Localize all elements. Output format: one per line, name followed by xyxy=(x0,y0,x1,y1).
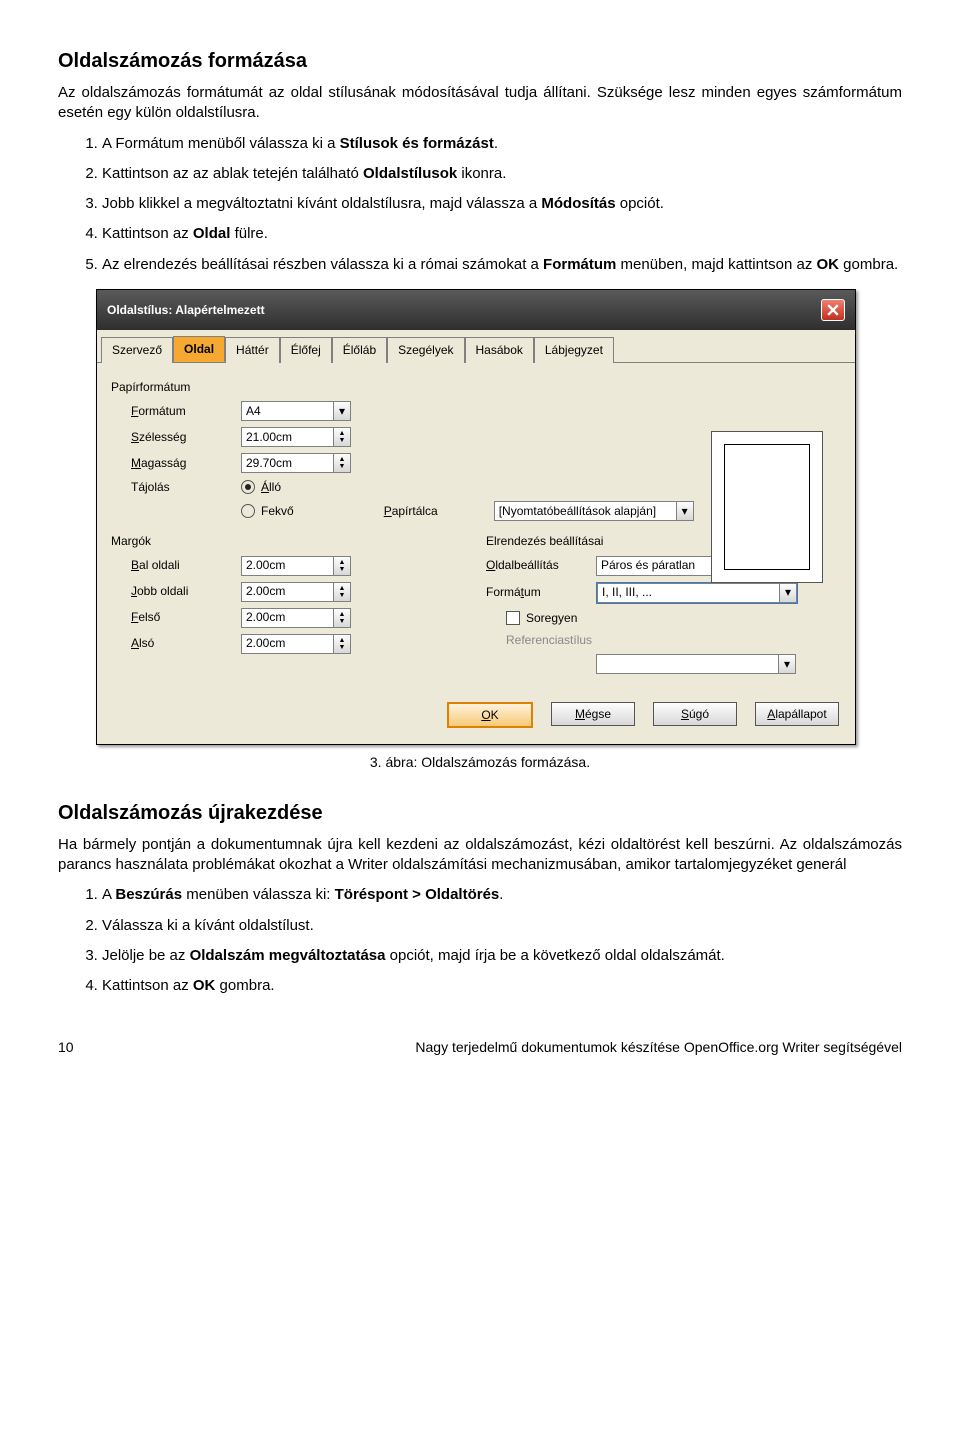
label-left-margin: Bal oldali xyxy=(111,557,241,573)
tab-borders[interactable]: Szegélyek xyxy=(387,337,464,363)
label-paper-tray: Papírtálca xyxy=(384,503,494,519)
number-format-combo[interactable]: I, II, III, ...▾ xyxy=(596,582,798,604)
label-format: Formátum xyxy=(111,403,241,419)
chevron-down-icon[interactable]: ▾ xyxy=(333,401,351,421)
page-number: 10 xyxy=(58,1038,74,1057)
restart-paragraph: Ha bármely pontján a dokumentumnak újra … xyxy=(58,835,902,876)
tab-background[interactable]: Háttér xyxy=(225,337,280,363)
label-height: Magasság xyxy=(111,455,241,471)
width-input[interactable]: 21.00cm ▲▼ xyxy=(241,427,351,447)
height-input[interactable]: 29.70cm ▲▼ xyxy=(241,453,351,473)
top-margin-input[interactable]: 2.00cm▲▼ xyxy=(241,608,351,628)
list-item: Jelölje be az Oldalszám megváltoztatása … xyxy=(102,946,902,966)
label-register-true: Soregyen xyxy=(526,610,577,626)
tab-strip: Szervező Oldal Háttér Élőfej Élőláb Szeg… xyxy=(97,330,855,363)
help-button[interactable]: Súgó xyxy=(653,702,737,726)
tab-columns[interactable]: Hasábok xyxy=(465,337,534,363)
cancel-button[interactable]: Mégse xyxy=(551,702,635,726)
radio-portrait[interactable] xyxy=(241,480,255,494)
ok-button[interactable]: OK xyxy=(447,702,533,728)
option-portrait: Álló xyxy=(261,479,281,495)
list-item: Az elrendezés beállításai részben válass… xyxy=(102,255,902,275)
label-page-layout: Oldalbeállítás xyxy=(486,557,596,573)
option-landscape: Fekvő xyxy=(261,503,294,519)
page-preview xyxy=(711,431,823,583)
list-item: Kattintson az Oldal fülre. xyxy=(102,224,902,244)
reset-button[interactable]: Alapállapot xyxy=(755,702,839,726)
spinner-icon[interactable]: ▲▼ xyxy=(333,556,351,576)
section-title-restart: Oldalszámozás újrakezdése xyxy=(58,800,902,827)
list-item: Válassza ki a kívánt oldalstílust. xyxy=(102,916,902,936)
close-icon[interactable] xyxy=(821,299,845,321)
tab-footer[interactable]: Élőláb xyxy=(332,337,387,363)
bottom-margin-input[interactable]: 2.00cm▲▼ xyxy=(241,634,351,654)
spinner-icon[interactable]: ▲▼ xyxy=(333,608,351,628)
spinner-icon[interactable]: ▲▼ xyxy=(333,634,351,654)
spinner-icon[interactable]: ▲▼ xyxy=(333,582,351,602)
tab-footnote[interactable]: Lábjegyzet xyxy=(534,337,614,363)
chevron-down-icon: ▾ xyxy=(778,654,796,674)
paper-tray-combo[interactable]: [Nyomtatóbeállítások alapján] ▾ xyxy=(494,501,694,521)
list-item: A Beszúrás menüben válassza ki: Töréspon… xyxy=(102,885,902,905)
label-top-margin: Felső xyxy=(111,609,241,625)
label-right-margin: Jobb oldali xyxy=(111,583,241,599)
list-item: Kattintson az az ablak tetején található… xyxy=(102,164,902,184)
label-orientation: Tájolás xyxy=(111,479,241,495)
figure-caption: 3. ábra: Oldalszámozás formázása. xyxy=(58,753,902,772)
group-margins: Margók xyxy=(111,533,466,549)
register-true-checkbox[interactable] xyxy=(506,611,520,625)
right-margin-input[interactable]: 2.00cm▲▼ xyxy=(241,582,351,602)
format-combo[interactable]: A4 ▾ xyxy=(241,401,351,421)
label-width: Szélesség xyxy=(111,429,241,445)
radio-landscape[interactable] xyxy=(241,504,255,518)
label-reference-style: Referenciastílus xyxy=(486,632,616,648)
reference-style-combo: ▾ xyxy=(596,654,796,674)
label-number-format: Formátum xyxy=(486,584,596,600)
spinner-icon[interactable]: ▲▼ xyxy=(333,453,351,473)
page-style-dialog: Oldalstílus: Alapértelmezett Szervező Ol… xyxy=(96,289,856,745)
tab-page[interactable]: Oldal xyxy=(173,336,225,362)
list-item: Kattintson az OK gombra. xyxy=(102,976,902,996)
steps-list-2: A Beszúrás menüben válassza ki: Töréspon… xyxy=(58,885,902,996)
steps-list-1: A Formátum menüből válassza ki a Stíluso… xyxy=(58,134,902,275)
dialog-title: Oldalstílus: Alapértelmezett xyxy=(107,302,265,318)
footer-text: Nagy terjedelmű dokumentumok készítése O… xyxy=(415,1038,902,1057)
tab-organizer[interactable]: Szervező xyxy=(101,337,173,363)
list-item: A Formátum menüből válassza ki a Stíluso… xyxy=(102,134,902,154)
intro-paragraph: Az oldalszámozás formátumát az oldal stí… xyxy=(58,83,902,124)
group-paper-format: Papírformátum xyxy=(111,379,841,395)
spinner-icon[interactable]: ▲▼ xyxy=(333,427,351,447)
chevron-down-icon[interactable]: ▾ xyxy=(676,501,694,521)
chevron-down-icon[interactable]: ▾ xyxy=(779,583,797,603)
tab-header[interactable]: Élőfej xyxy=(280,337,332,363)
left-margin-input[interactable]: 2.00cm▲▼ xyxy=(241,556,351,576)
label-bottom-margin: Alsó xyxy=(111,635,241,651)
list-item: Jobb klikkel a megváltoztatni kívánt old… xyxy=(102,194,902,214)
section-title: Oldalszámozás formázása xyxy=(58,48,902,75)
dialog-titlebar[interactable]: Oldalstílus: Alapértelmezett xyxy=(97,290,855,330)
